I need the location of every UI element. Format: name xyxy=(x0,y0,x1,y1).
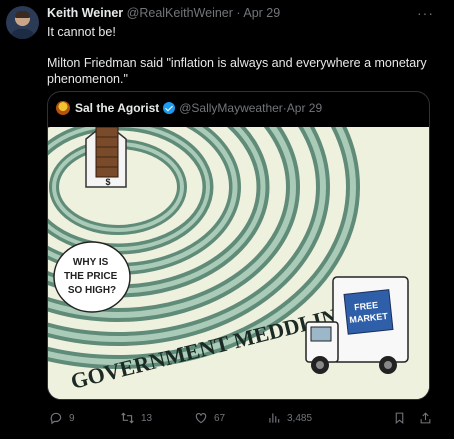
author-handle[interactable]: @RealKeithWeiner xyxy=(127,6,233,20)
quoted-date[interactable]: Apr 29 xyxy=(287,101,322,115)
like-icon xyxy=(195,413,207,424)
like-count: 67 xyxy=(214,412,226,424)
repost-button[interactable]: 13 xyxy=(120,408,152,428)
tweet-text-line-1: It cannot be! xyxy=(47,25,116,39)
quoted-author-name[interactable]: Sal the Agorist xyxy=(75,101,159,115)
views-icon xyxy=(269,413,280,423)
verified-badge-icon xyxy=(163,102,176,114)
share-button[interactable] xyxy=(419,408,438,428)
cartoon-maze-illustration: $ WHY IS THE PRICE SO HIGH? GOVERNMENT M… xyxy=(48,92,429,399)
tweet-header: Keith Weiner @RealKeithWeiner · Apr 29 xyxy=(47,6,280,22)
reply-button[interactable]: 9 xyxy=(49,408,75,428)
quoted-avatar[interactable] xyxy=(56,101,70,115)
tweet: Keith Weiner @RealKeithWeiner · Apr 29 ·… xyxy=(0,0,454,439)
avatar-shirt xyxy=(10,29,35,39)
views-button[interactable]: 3,485 xyxy=(267,408,312,428)
price-tag-symbol: $ xyxy=(105,177,110,187)
speech-bubble: WHY IS THE PRICE SO HIGH? xyxy=(53,241,131,313)
repost-icon xyxy=(121,412,134,424)
quoted-author-handle[interactable]: @SallyMayweather xyxy=(179,101,283,115)
repost-count: 13 xyxy=(141,412,153,424)
house-price-icon: $ xyxy=(85,122,127,188)
tweet-actions: 9 13 67 3,485 xyxy=(47,408,442,428)
bookmark-icon xyxy=(395,412,404,425)
avatar-hair xyxy=(15,11,30,18)
share-icon xyxy=(420,412,431,424)
quoted-tweet[interactable]: Sal the Agorist @SallyMayweather · Apr 2… xyxy=(47,91,430,400)
bubble-line-3: SO HIGH? xyxy=(68,285,116,296)
reply-count: 9 xyxy=(69,412,75,424)
reply-icon xyxy=(50,412,62,425)
quoted-header: Sal the Agorist @SallyMayweather · Apr 2… xyxy=(56,100,322,116)
more-options-icon[interactable]: ··· xyxy=(417,5,434,21)
bubble-line-1: WHY IS xyxy=(73,257,109,268)
tweet-date[interactable]: Apr 29 xyxy=(243,6,280,20)
bookmark-button[interactable] xyxy=(393,408,412,428)
tweet-text-line-2: Milton Friedman said "inflation is alway… xyxy=(47,56,427,86)
author-name[interactable]: Keith Weiner xyxy=(47,6,123,20)
bubble-line-2: THE PRICE xyxy=(64,271,118,282)
views-count: 3,485 xyxy=(287,412,313,424)
quoted-cartoon-image[interactable]: $ WHY IS THE PRICE SO HIGH? GOVERNMENT M… xyxy=(48,92,429,399)
like-button[interactable]: 67 xyxy=(194,408,225,428)
author-avatar[interactable] xyxy=(6,6,39,39)
